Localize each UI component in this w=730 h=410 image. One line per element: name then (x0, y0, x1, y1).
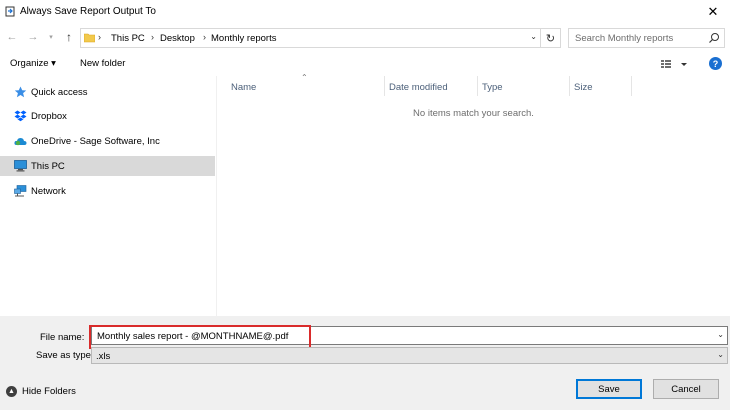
empty-message: No items match your search. (413, 108, 534, 119)
column-header-label: Date modified (389, 82, 448, 93)
sidebar-item-label: Network (31, 186, 66, 197)
sort-ascending-icon: ⌃ (301, 73, 308, 82)
breadcrumb-monthly-reports[interactable]: Monthly reports (211, 33, 276, 44)
sidebar-item-quick-access[interactable]: Quick access (0, 82, 215, 102)
sidebar-item-network[interactable]: Network (0, 181, 215, 201)
search-input[interactable]: Search Monthly reports (568, 28, 725, 48)
annotation-highlight-box (89, 325, 311, 349)
hide-folders-label: Hide Folders (22, 386, 76, 397)
back-button[interactable]: ← (5, 30, 19, 44)
save-as-type-select[interactable]: .xls ⌄ (91, 347, 728, 364)
organize-menu[interactable]: Organize ▾ (10, 58, 56, 69)
hide-folders-button[interactable]: ▲ Hide Folders (6, 386, 76, 397)
column-header-label: Size (574, 82, 593, 93)
sidebar-item-onedrive[interactable]: OneDrive - Sage Software, Inc (0, 131, 215, 151)
computer-icon (14, 160, 27, 172)
window-title: Always Save Report Output To (20, 6, 156, 17)
arrow-right-icon: → (27, 31, 39, 43)
file-name-label: File name: (40, 332, 85, 343)
breadcrumb-this-pc[interactable]: This PC (111, 33, 145, 44)
file-list[interactable]: Name ⌃ Date modified Type Size No items … (217, 73, 730, 316)
recent-locations-button[interactable]: ▾ (44, 30, 58, 44)
column-header-name[interactable]: Name ⌃ (227, 73, 385, 96)
title-bar: Always Save Report Output To ✕ (0, 0, 730, 25)
sidebar-item-this-pc[interactable]: This PC (0, 156, 215, 176)
sidebar-item-label: This PC (31, 161, 65, 172)
refresh-icon: ↻ (545, 32, 556, 45)
search-placeholder: Search Monthly reports (575, 33, 674, 44)
column-header-date-modified[interactable]: Date modified (385, 76, 478, 96)
column-header-size[interactable]: Size (570, 76, 632, 96)
chevron-down-icon[interactable]: ⌄ (717, 330, 724, 339)
save-report-icon (5, 6, 15, 17)
chevron-down-icon: ▾ (49, 34, 53, 41)
chevron-right-icon[interactable]: › (203, 32, 206, 42)
folder-icon (84, 33, 95, 43)
save-as-type-value: .xls (96, 351, 111, 362)
refresh-button[interactable]: ↻ (541, 28, 561, 48)
close-icon: ✕ (707, 4, 719, 19)
sidebar-item-label: Dropbox (31, 111, 67, 122)
search-icon (709, 33, 719, 43)
address-bar[interactable]: › This PC › Desktop › Monthly reports ⌄ (80, 28, 541, 48)
dropbox-icon (14, 110, 27, 122)
chevron-down-icon[interactable]: ⌄ (530, 32, 537, 41)
star-icon (14, 86, 27, 98)
network-icon (14, 185, 27, 197)
address-row: ← → ▾ ↑ › This PC › Desktop › Monthly re… (0, 26, 730, 50)
close-button[interactable]: ✕ (696, 0, 730, 24)
command-bar: Organize ▾ New folder ? (0, 52, 730, 76)
up-button[interactable]: ↑ (62, 30, 76, 44)
breadcrumb-desktop[interactable]: Desktop (160, 33, 195, 44)
column-header-label: Type (482, 82, 503, 93)
forward-button[interactable]: → (26, 30, 40, 44)
chevron-right-icon[interactable]: › (98, 32, 101, 42)
column-header-label: Name (231, 82, 257, 93)
column-header-type[interactable]: Type (478, 76, 570, 96)
change-view-button[interactable] (660, 57, 690, 71)
save-button[interactable]: Save (576, 379, 642, 399)
help-icon: ? (712, 58, 719, 69)
chevron-down-icon[interactable]: ⌄ (717, 350, 724, 359)
sidebar-item-label: OneDrive - Sage Software, Inc (31, 136, 160, 147)
chevron-up-icon: ▲ (6, 386, 17, 397)
save-dialog: Always Save Report Output To ✕ ← → ▾ ↑ ›… (0, 0, 730, 410)
cancel-button[interactable]: Cancel (653, 379, 719, 399)
arrow-left-icon: ← (6, 31, 18, 43)
chevron-right-icon[interactable]: › (151, 32, 154, 42)
sidebar-item-label: Quick access (31, 87, 88, 98)
navigation-pane: Quick access Dropbox OneDrive - Sage Sof… (0, 76, 216, 316)
sidebar-item-dropbox[interactable]: Dropbox (0, 106, 215, 126)
arrow-up-icon: ↑ (66, 30, 72, 44)
new-folder-button[interactable]: New folder (80, 58, 125, 69)
save-form: File name: Monthly sales report - @MONTH… (0, 316, 730, 410)
cloud-icon (14, 138, 27, 146)
save-as-type-label: Save as type: (36, 350, 94, 361)
help-button[interactable]: ? (709, 57, 722, 70)
